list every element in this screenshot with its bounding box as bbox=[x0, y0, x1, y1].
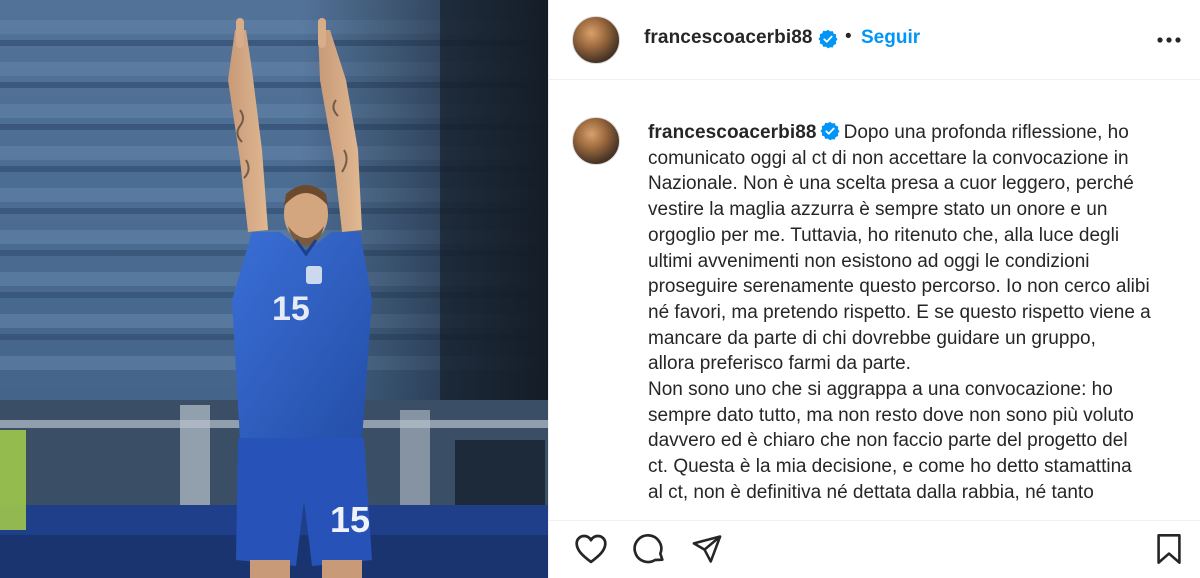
caption-line: né favori, ma pretendo rispetto. E se qu… bbox=[648, 301, 1151, 323]
follow-button[interactable]: Seguir bbox=[861, 27, 920, 49]
comment-icon bbox=[633, 534, 664, 564]
author-username[interactable]: francescoacerbi88 bbox=[644, 27, 813, 49]
caption-line: sempre dato tutto, ma non resto dove non… bbox=[648, 404, 1134, 426]
author-avatar[interactable] bbox=[572, 16, 620, 64]
post-photo-illustration: 15 15 bbox=[0, 0, 548, 578]
heart-icon bbox=[575, 534, 607, 564]
caption-line: mancare da parte di chi dovrebbe guidare… bbox=[648, 327, 1096, 349]
jersey-number-shorts: 15 bbox=[330, 499, 370, 540]
post-header: francescoacerbi88 • Seguir bbox=[549, 0, 1200, 80]
caption-line: ultimi avvenimenti non esistono ad oggi … bbox=[648, 250, 1090, 272]
caption-line: ct. Questa è la mia decisione, e come ho… bbox=[648, 456, 1132, 478]
send-icon bbox=[692, 535, 722, 563]
save-button[interactable] bbox=[1151, 531, 1187, 567]
caption-line: orgoglio per me. Tuttavia, ho ritenuto c… bbox=[648, 224, 1120, 246]
caption-text: francescoacerbi88 Dopo una profonda rifle… bbox=[648, 120, 1193, 506]
caption-author-username[interactable]: francescoacerbi88 bbox=[648, 122, 817, 143]
bookmark-icon bbox=[1157, 534, 1181, 564]
separator-dot: • bbox=[845, 26, 852, 47]
share-button[interactable] bbox=[689, 531, 725, 567]
caption-line: comunicato oggi al ct di non accettare l… bbox=[648, 147, 1129, 169]
caption-line: vestire la maglia azzurra è sempre stato… bbox=[648, 199, 1108, 221]
caption-line: allora preferisco farmi da parte. bbox=[648, 353, 911, 375]
caption-line: davvero ed è chiaro che non faccio parte… bbox=[648, 430, 1128, 452]
more-options-icon bbox=[1157, 37, 1181, 43]
caption-line: Non sono uno che si aggrappa a una convo… bbox=[648, 379, 1113, 401]
post-panel: francescoacerbi88 • Seguir francescoacer… bbox=[548, 0, 1200, 578]
caption-line: proseguire serenamente questo percorso. … bbox=[648, 276, 1150, 298]
post-photo[interactable]: 15 15 bbox=[0, 0, 548, 578]
jersey-number-front: 15 bbox=[272, 290, 310, 328]
verified-badge-icon bbox=[818, 29, 838, 49]
more-options-button[interactable] bbox=[1149, 22, 1189, 58]
caption-line: Nazionale. Non è una scelta presa a cuor… bbox=[648, 173, 1134, 195]
verified-badge-icon bbox=[820, 121, 840, 141]
like-button[interactable] bbox=[573, 531, 609, 567]
caption-author-avatar[interactable] bbox=[572, 117, 620, 165]
caption-line-1: francescoacerbi88 Dopo una profonda rifle… bbox=[648, 120, 1193, 146]
post-actions-bar bbox=[549, 520, 1200, 578]
post-caption: francescoacerbi88 Dopo una profonda rifle… bbox=[549, 80, 1200, 520]
comment-button[interactable] bbox=[631, 531, 667, 567]
caption-line: al ct, non è definitiva né dettata dalla… bbox=[648, 481, 1094, 503]
caption-line-text: Dopo una profonda riflessione, ho bbox=[843, 122, 1129, 143]
